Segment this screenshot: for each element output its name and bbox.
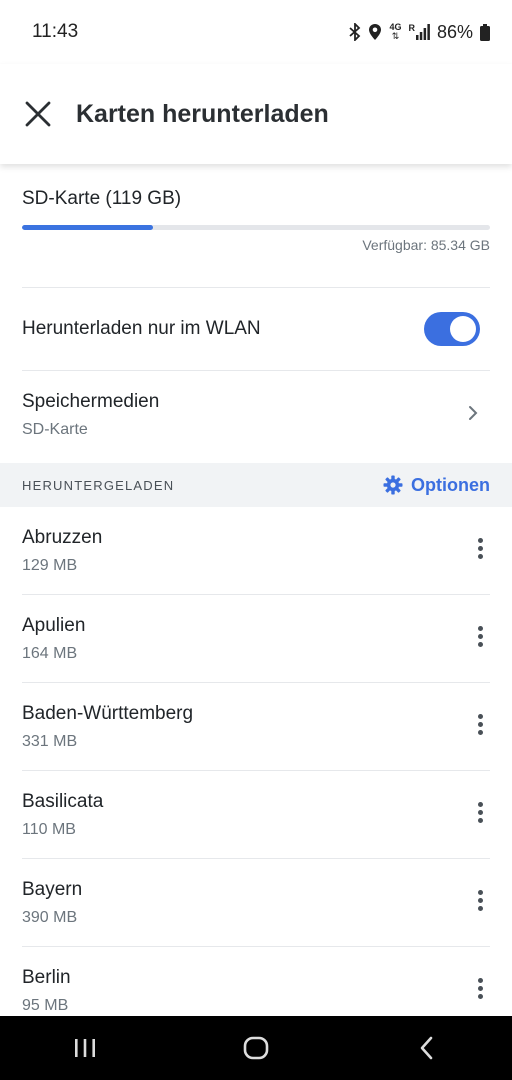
status-time: 11:43	[32, 21, 79, 42]
status-bar: 11:43 4G ⇅ R 86%	[0, 0, 512, 64]
map-name: Baden-Württemberg	[22, 703, 194, 724]
storage-media-setting[interactable]: Speichermedien SD-Karte	[22, 371, 490, 463]
home-button[interactable]	[226, 1028, 286, 1068]
chevron-right-icon	[469, 406, 478, 420]
gear-icon	[383, 475, 403, 495]
page-title: Karten herunterladen	[76, 99, 329, 128]
storage-progress-bar	[22, 225, 490, 230]
home-icon	[243, 1036, 269, 1060]
network-4g-icon: 4G ⇅	[389, 22, 402, 41]
wifi-only-setting[interactable]: Herunterladen nur im WLAN	[22, 288, 490, 371]
back-button[interactable]	[397, 1028, 457, 1068]
options-label: Optionen	[411, 474, 490, 495]
back-icon	[420, 1036, 432, 1060]
list-item[interactable]: Bayern 390 MB	[22, 859, 490, 947]
battery-percent: 86%	[436, 21, 473, 42]
downloaded-section-header: HERUNTERGELADEN Optionen	[0, 463, 512, 507]
map-name: Abruzzen	[22, 527, 103, 548]
more-vert-icon[interactable]	[470, 975, 490, 1007]
storage-media-value: SD-Karte	[22, 421, 88, 438]
options-button[interactable]: Optionen	[383, 475, 490, 496]
more-vert-icon[interactable]	[470, 887, 490, 919]
bluetooth-icon	[349, 23, 361, 41]
map-name: Basilicata	[22, 791, 104, 812]
battery-icon	[480, 23, 490, 41]
list-item[interactable]: Apulien 164 MB	[22, 595, 490, 683]
recent-apps-button[interactable]	[55, 1028, 115, 1068]
map-name: Bayern	[22, 879, 83, 900]
storage-info: SD-Karte (119 GB) Verfügbar: 85.34 GB	[22, 164, 490, 288]
signal-icon: R	[408, 24, 430, 40]
list-item[interactable]: Basilicata 110 MB	[22, 771, 490, 859]
storage-media-title: Speichermedien	[22, 391, 160, 412]
map-size: 390 MB	[22, 909, 78, 926]
more-vert-icon[interactable]	[470, 535, 490, 567]
location-icon	[369, 24, 382, 40]
more-vert-icon[interactable]	[470, 711, 490, 743]
more-vert-icon[interactable]	[470, 623, 490, 655]
wifi-only-label: Herunterladen nur im WLAN	[22, 318, 261, 339]
wifi-only-toggle[interactable]	[424, 312, 480, 346]
map-size: 331 MB	[22, 733, 78, 750]
toggle-knob	[450, 316, 476, 342]
storage-title: SD-Karte (119 GB)	[22, 188, 182, 209]
app-bar: Karten herunterladen	[0, 64, 512, 164]
status-icons: 4G ⇅ R 86%	[349, 22, 490, 43]
system-nav-bar	[0, 1016, 512, 1080]
close-icon[interactable]	[24, 100, 52, 128]
map-size: 164 MB	[22, 645, 78, 662]
map-size: 110 MB	[22, 821, 76, 838]
list-item[interactable]: Baden-Württemberg 331 MB	[22, 683, 490, 771]
storage-progress-fill	[22, 225, 154, 230]
storage-available: Verfügbar: 85.34 GB	[362, 237, 490, 253]
map-name: Berlin	[22, 967, 71, 988]
list-item[interactable]: Abruzzen 129 MB	[22, 507, 490, 595]
map-size: 129 MB	[22, 557, 78, 574]
recent-apps-icon	[75, 1039, 96, 1057]
section-title: HERUNTERGELADEN	[22, 477, 175, 493]
map-name: Apulien	[22, 615, 86, 636]
more-vert-icon[interactable]	[470, 799, 490, 831]
map-size: 95 MB	[22, 997, 69, 1014]
